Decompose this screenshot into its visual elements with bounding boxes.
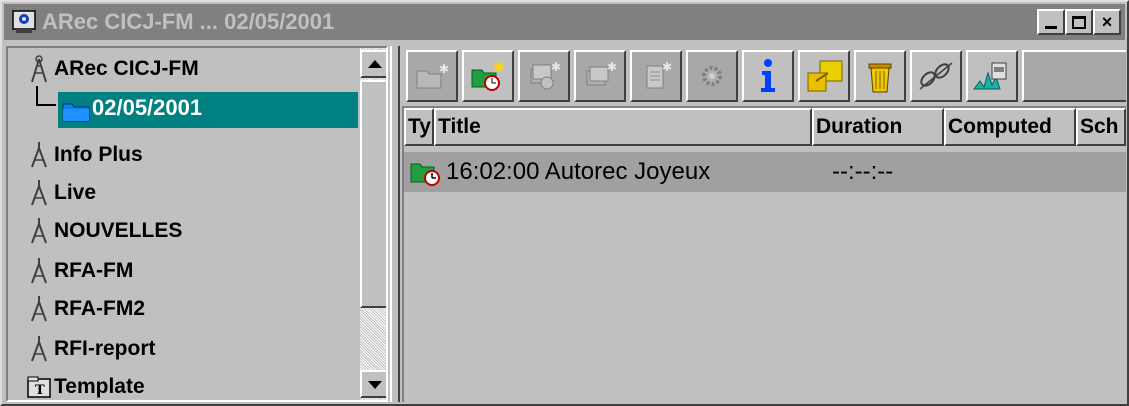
list-row[interactable]: 16:02:00 Autorec Joyeux --:--:--: [404, 152, 1126, 192]
new-item-button[interactable]: ✱: [574, 50, 626, 102]
column-type[interactable]: Ty: [404, 108, 434, 146]
minimize-icon: [1045, 25, 1057, 29]
tree-item-info-plus[interactable]: Info Plus: [8, 136, 143, 174]
new-folder-icon: ✱: [416, 62, 449, 89]
scheduled-folder-icon: [410, 158, 442, 186]
tree-item-nouvelles[interactable]: NOUVELLES: [8, 212, 182, 250]
svg-text:✱: ✱: [662, 61, 672, 74]
svg-text:✱: ✱: [607, 61, 617, 74]
move-icon: [807, 60, 843, 92]
waveform-icon: [973, 62, 1007, 90]
delete-button[interactable]: [854, 50, 906, 102]
tree-item-label: RFA-FM: [54, 259, 134, 282]
tree-item-rfi-report[interactable]: RFI-report: [8, 330, 156, 368]
link-icon: [919, 62, 953, 90]
trash-icon: [868, 63, 892, 93]
new-scheduled-folder-button[interactable]: ✱: [462, 50, 514, 102]
tree-connector-line: [36, 86, 56, 106]
arrow-down-icon: [368, 381, 382, 389]
column-title[interactable]: Title: [434, 108, 812, 146]
arrow-up-icon: [368, 60, 382, 68]
svg-text:✱: ✱: [551, 61, 561, 74]
row-title: 16:02:00 Autorec Joyeux: [446, 158, 711, 185]
info-button[interactable]: [742, 50, 794, 102]
new-scheduled-item-icon: ✱: [530, 61, 561, 90]
row-duration: --:--:--: [832, 158, 894, 185]
scroll-thumb[interactable]: [360, 80, 386, 308]
antenna-icon: [26, 294, 52, 324]
tree-item-live[interactable]: Live: [8, 174, 96, 212]
maximize-button[interactable]: [1065, 9, 1093, 35]
tree-item-label: RFA-FM2: [54, 297, 145, 320]
svg-text:✱: ✱: [439, 62, 449, 76]
app-icon[interactable]: [12, 10, 36, 34]
tree-item-label: Live: [54, 181, 97, 204]
move-button[interactable]: [798, 50, 850, 102]
new-folder-button[interactable]: ✱: [406, 50, 458, 102]
audio-edit-button[interactable]: [966, 50, 1018, 102]
tree-item-label: Info Plus: [54, 143, 143, 166]
svg-text:✱: ✱: [493, 60, 505, 75]
info-icon: [761, 59, 775, 92]
list-header: Ty Title Duration Computed Sch: [404, 108, 1126, 146]
svg-text:T: T: [35, 383, 45, 398]
new-document-button[interactable]: ✱: [630, 50, 682, 102]
column-duration[interactable]: Duration: [812, 108, 944, 146]
tree-item-label: ARec CICJ-FM: [54, 57, 199, 80]
tree-scrollbar[interactable]: [360, 48, 386, 400]
scroll-down-button[interactable]: [360, 370, 386, 398]
folder-icon: [62, 103, 90, 122]
tree-item-label: RFI-report: [54, 337, 156, 360]
tree-item-label: Template: [54, 375, 145, 398]
column-computed[interactable]: Computed: [944, 108, 1076, 146]
tree-item-rfa-fm2[interactable]: RFA-FM2: [8, 290, 145, 328]
pane-splitter[interactable]: [390, 46, 400, 402]
tree-item-rfa-fm[interactable]: RFA-FM: [8, 252, 133, 290]
new-document-icon: ✱: [646, 61, 672, 89]
tree-item-root[interactable]: ARec CICJ-FM: [8, 50, 199, 88]
column-schedule[interactable]: Sch: [1076, 108, 1126, 146]
close-icon: ×: [1101, 11, 1113, 32]
tree-item-label: 02/05/2001: [92, 95, 203, 120]
antenna-icon: [26, 334, 52, 364]
settings-button[interactable]: [686, 50, 738, 102]
scroll-up-button[interactable]: [360, 50, 386, 78]
item-list[interactable]: Ty Title Duration Computed Sch 16:02:00 …: [402, 106, 1126, 402]
toolbar-overflow: [1022, 50, 1126, 102]
gear-icon: [702, 66, 722, 86]
title-bar[interactable]: ARec CICJ-FM ... 02/05/2001 ×: [4, 4, 1125, 40]
antenna-icon: [26, 54, 52, 84]
tree-item-label: NOUVELLES: [54, 219, 183, 242]
new-scheduled-folder-icon: ✱: [471, 60, 505, 91]
minimize-button[interactable]: [1037, 9, 1065, 35]
template-icon: T: [26, 372, 52, 400]
new-scheduled-item-button[interactable]: ✱: [518, 50, 570, 102]
tree-item-template[interactable]: T Template: [8, 368, 145, 400]
app-window: ARec CICJ-FM ... 02/05/2001 × ARec CICJ-…: [0, 0, 1129, 406]
antenna-icon: [26, 178, 52, 208]
new-item-icon: ✱: [586, 61, 617, 86]
toolbar: ✱ ✱ ✱ ✱ ✱: [402, 48, 1126, 104]
station-tree[interactable]: ARec CICJ-FM 02/05/2001 Info Plus Live N…: [6, 46, 388, 402]
tree-item-selected-date[interactable]: 02/05/2001: [58, 92, 358, 128]
link-button[interactable]: [910, 50, 962, 102]
close-button[interactable]: ×: [1093, 9, 1121, 35]
window-title: ARec CICJ-FM ... 02/05/2001: [42, 9, 335, 34]
maximize-icon: [1072, 15, 1086, 29]
antenna-icon: [26, 216, 52, 246]
antenna-icon: [26, 256, 52, 286]
antenna-icon: [26, 140, 52, 170]
